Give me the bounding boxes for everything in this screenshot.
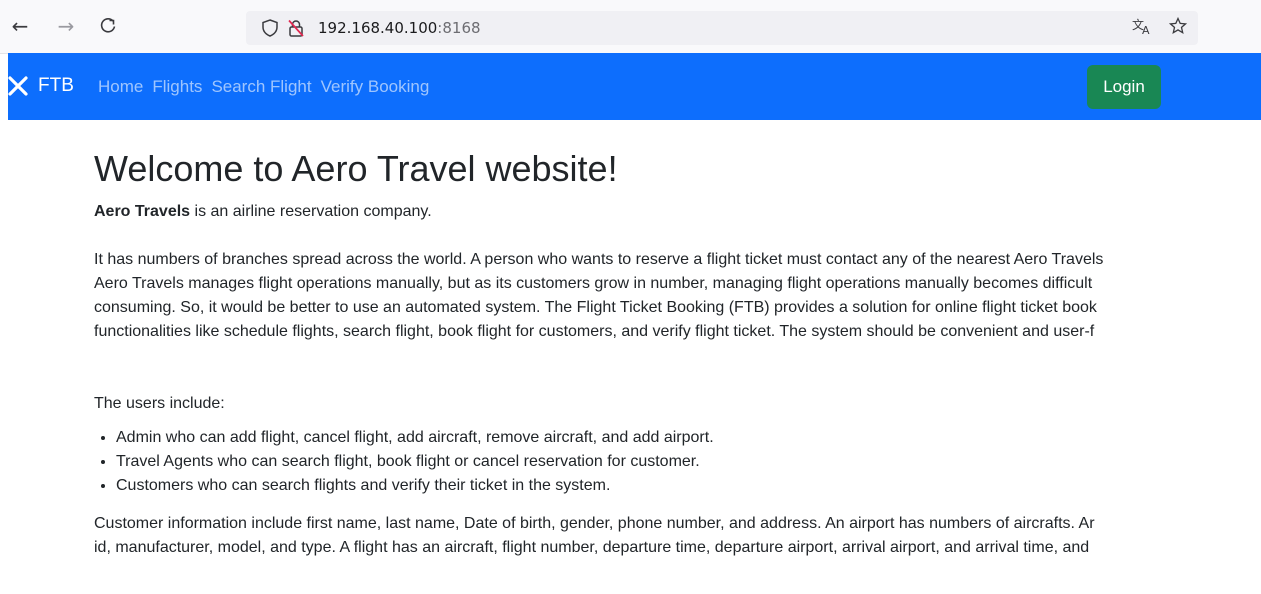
nav-links: Home Flights Search Flight Verify Bookin… [98,77,438,97]
translate-icon[interactable]: 文A [1129,13,1155,39]
company-name: Aero Travels [94,203,191,220]
nav-home[interactable]: Home [98,77,143,97]
list-item: Travel Agents who can search flight, boo… [116,450,714,474]
customer-info-paragraph: Customer information include first name,… [94,515,1095,556]
users-list: Admin who can add flight, cancel flight,… [94,426,714,498]
insecure-lock-icon[interactable] [286,18,306,38]
forward-icon[interactable]: → [53,13,79,39]
nav-verify-booking[interactable]: Verify Booking [321,77,430,97]
nav-flights[interactable]: Flights [152,77,202,97]
users-heading: The users include: [94,395,225,412]
airplane-icon [8,76,28,96]
main-content: Welcome to Aero Travel website! Aero Tra… [94,145,1261,556]
svg-text:A: A [1142,24,1150,35]
browser-toolbar: ← → 192.168.40.100:8168 文A [0,0,1261,54]
description-paragraph: It has numbers of branches spread across… [94,251,1104,340]
brand-text: FTB [38,75,74,96]
bookmark-star-icon[interactable] [1165,13,1191,39]
page-title: Welcome to Aero Travel website! [94,148,618,189]
list-item: Admin who can add flight, cancel flight,… [116,426,714,450]
url-text[interactable]: 192.168.40.100:8168 [318,19,481,37]
site-navbar: FTB Home Flights Search Flight Verify Bo… [8,53,1261,120]
nav-search-flight[interactable]: Search Flight [211,77,311,97]
address-bar[interactable]: 192.168.40.100:8168 [246,11,1198,45]
login-button[interactable]: Login [1087,65,1161,109]
brand-link[interactable]: FTB [8,75,74,97]
shield-icon[interactable] [260,18,280,38]
reload-icon[interactable] [95,13,121,39]
list-item: Customers who can search flights and ver… [116,474,714,498]
back-icon[interactable]: ← [7,13,33,39]
intro-paragraph: Aero Travels is an airline reservation c… [94,203,432,220]
